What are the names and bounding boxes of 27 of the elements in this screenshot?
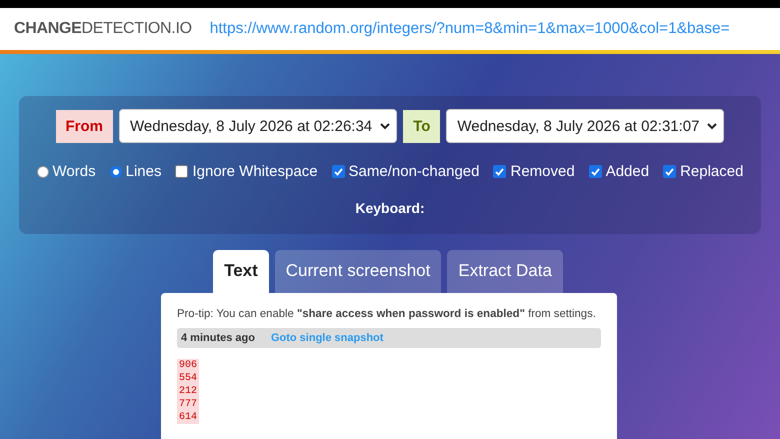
tab[interactable]: Extract Data xyxy=(447,250,563,293)
radio-button[interactable] xyxy=(110,166,122,178)
option-label: Words xyxy=(52,163,96,180)
tab[interactable]: Current screenshot xyxy=(274,250,442,293)
pro-tip-text: Pro-tip: You can enable "share access when password is enabled" from settings. xyxy=(177,308,597,320)
option-label: Ignore Whitespace xyxy=(192,163,318,180)
option-label: Removed xyxy=(510,163,575,180)
keyboard-label: Keyboard: xyxy=(355,200,425,216)
checkbox[interactable] xyxy=(175,165,188,178)
to-label: To xyxy=(403,110,440,142)
checkbox[interactable] xyxy=(663,165,676,178)
logo[interactable]: CHANGEDETECTION.IO xyxy=(14,20,192,38)
snapshot-age: 4 minutes ago xyxy=(181,332,255,344)
to-dropdown[interactable]: Wednesday, 8 July 2026 at 02:31:07 xyxy=(446,109,724,143)
option-label: Same/non-changed xyxy=(348,163,480,180)
checkbox[interactable] xyxy=(332,165,345,178)
option-label: Added xyxy=(606,163,650,180)
chevron-icon xyxy=(707,122,718,130)
from-label: From xyxy=(56,110,114,142)
option-label: Replaced xyxy=(680,163,744,180)
option-label: Lines xyxy=(126,163,162,180)
checkbox[interactable] xyxy=(588,165,602,178)
tab[interactable]: Text xyxy=(213,250,269,293)
radio-button[interactable] xyxy=(36,166,49,178)
chevron-icon xyxy=(380,122,390,130)
from-dropdown[interactable]: Wednesday, 8 July 2026 at 02:26:34 xyxy=(119,109,398,143)
checkbox[interactable] xyxy=(493,165,506,178)
